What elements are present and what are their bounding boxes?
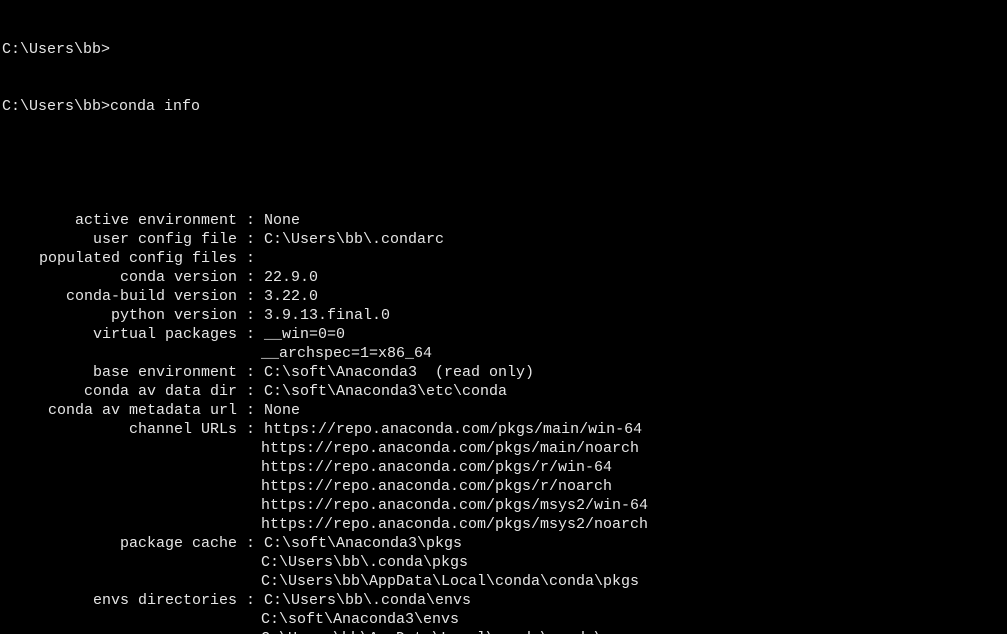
info-line: https://repo.anaconda.com/pkgs/r/win-64 [2, 458, 1007, 477]
info-line: conda-build version : 3.22.0 [2, 287, 1007, 306]
info-separator: : [237, 268, 264, 287]
info-separator: : [237, 401, 264, 420]
info-separator: : [237, 325, 264, 344]
info-key: conda-build version [2, 287, 237, 306]
blank-line [2, 154, 1007, 173]
info-line: https://repo.anaconda.com/pkgs/main/noar… [2, 439, 1007, 458]
info-separator: : [237, 249, 264, 268]
info-value: 3.9.13.final.0 [264, 306, 390, 325]
prompt-line: C:\Users\bb> [2, 40, 1007, 59]
info-separator: : [237, 230, 264, 249]
prompt-path: C:\Users\bb> [2, 98, 110, 115]
info-key: package cache [2, 534, 237, 553]
info-key: user config file [2, 230, 237, 249]
info-line: user config file : C:\Users\bb\.condarc [2, 230, 1007, 249]
info-line: base environment : C:\soft\Anaconda3 (re… [2, 363, 1007, 382]
info-separator: : [237, 287, 264, 306]
info-separator: : [237, 591, 264, 610]
info-value: C:\Users\bb\.condarc [264, 230, 444, 249]
info-value: https://repo.anaconda.com/pkgs/msys2/win… [261, 496, 648, 515]
info-key: populated config files [2, 249, 237, 268]
info-line: C:\Users\bb\AppData\Local\conda\conda\en… [2, 629, 1007, 634]
info-separator: : [237, 534, 264, 553]
info-line: https://repo.anaconda.com/pkgs/msys2/win… [2, 496, 1007, 515]
info-line: channel URLs : https://repo.anaconda.com… [2, 420, 1007, 439]
info-value: C:\soft\Anaconda3\pkgs [264, 534, 462, 553]
info-line: virtual packages : __win=0=0 [2, 325, 1007, 344]
info-value: __archspec=1=x86_64 [261, 344, 432, 363]
info-key: active environment [2, 211, 237, 230]
info-value: C:\Users\bb\AppData\Local\conda\conda\en… [261, 629, 639, 634]
prompt-cmd: conda info [110, 98, 200, 115]
info-line: https://repo.anaconda.com/pkgs/r/noarch [2, 477, 1007, 496]
info-key: python version [2, 306, 237, 325]
info-separator: : [237, 211, 264, 230]
info-line: populated config files : [2, 249, 1007, 268]
info-key: conda av data dir [2, 382, 237, 401]
terminal-output[interactable]: C:\Users\bb> C:\Users\bb>conda info acti… [0, 0, 1007, 634]
info-value: https://repo.anaconda.com/pkgs/r/win-64 [261, 458, 612, 477]
info-line: https://repo.anaconda.com/pkgs/msys2/noa… [2, 515, 1007, 534]
info-line: __archspec=1=x86_64 [2, 344, 1007, 363]
info-value: C:\Users\bb\.conda\envs [264, 591, 471, 610]
info-value: C:\soft\Anaconda3 (read only) [264, 363, 534, 382]
info-line: active environment : None [2, 211, 1007, 230]
info-key: envs directories [2, 591, 237, 610]
info-value: C:\Users\bb\.conda\pkgs [261, 553, 468, 572]
info-separator: : [237, 306, 264, 325]
prompt-line: C:\Users\bb>conda info [2, 97, 1007, 116]
info-line: conda av metadata url : None [2, 401, 1007, 420]
info-value: None [264, 401, 300, 420]
info-value: https://repo.anaconda.com/pkgs/msys2/noa… [261, 515, 648, 534]
info-line: conda version : 22.9.0 [2, 268, 1007, 287]
info-line: C:\Users\bb\.conda\pkgs [2, 553, 1007, 572]
info-separator: : [237, 420, 264, 439]
info-separator: : [237, 363, 264, 382]
info-key: virtual packages [2, 325, 237, 344]
info-value: C:\Users\bb\AppData\Local\conda\conda\pk… [261, 572, 639, 591]
info-value: __win=0=0 [264, 325, 345, 344]
prompt-path: C:\Users\bb> [2, 41, 110, 58]
info-value: https://repo.anaconda.com/pkgs/main/noar… [261, 439, 639, 458]
info-value: C:\soft\Anaconda3\etc\conda [264, 382, 507, 401]
info-separator: : [237, 382, 264, 401]
info-key: base environment [2, 363, 237, 382]
info-key: channel URLs [2, 420, 237, 439]
info-key: conda version [2, 268, 237, 287]
info-line: package cache : C:\soft\Anaconda3\pkgs [2, 534, 1007, 553]
info-key: conda av metadata url [2, 401, 237, 420]
info-value: 3.22.0 [264, 287, 318, 306]
info-value: https://repo.anaconda.com/pkgs/main/win-… [264, 420, 642, 439]
conda-info-block: active environment : Noneuser config fil… [2, 211, 1007, 634]
info-value: 22.9.0 [264, 268, 318, 287]
info-value: C:\soft\Anaconda3\envs [261, 610, 459, 629]
info-line: C:\Users\bb\AppData\Local\conda\conda\pk… [2, 572, 1007, 591]
info-line: conda av data dir : C:\soft\Anaconda3\et… [2, 382, 1007, 401]
info-line: C:\soft\Anaconda3\envs [2, 610, 1007, 629]
info-value: https://repo.anaconda.com/pkgs/r/noarch [261, 477, 612, 496]
info-line: envs directories : C:\Users\bb\.conda\en… [2, 591, 1007, 610]
info-line: python version : 3.9.13.final.0 [2, 306, 1007, 325]
info-value: None [264, 211, 300, 230]
